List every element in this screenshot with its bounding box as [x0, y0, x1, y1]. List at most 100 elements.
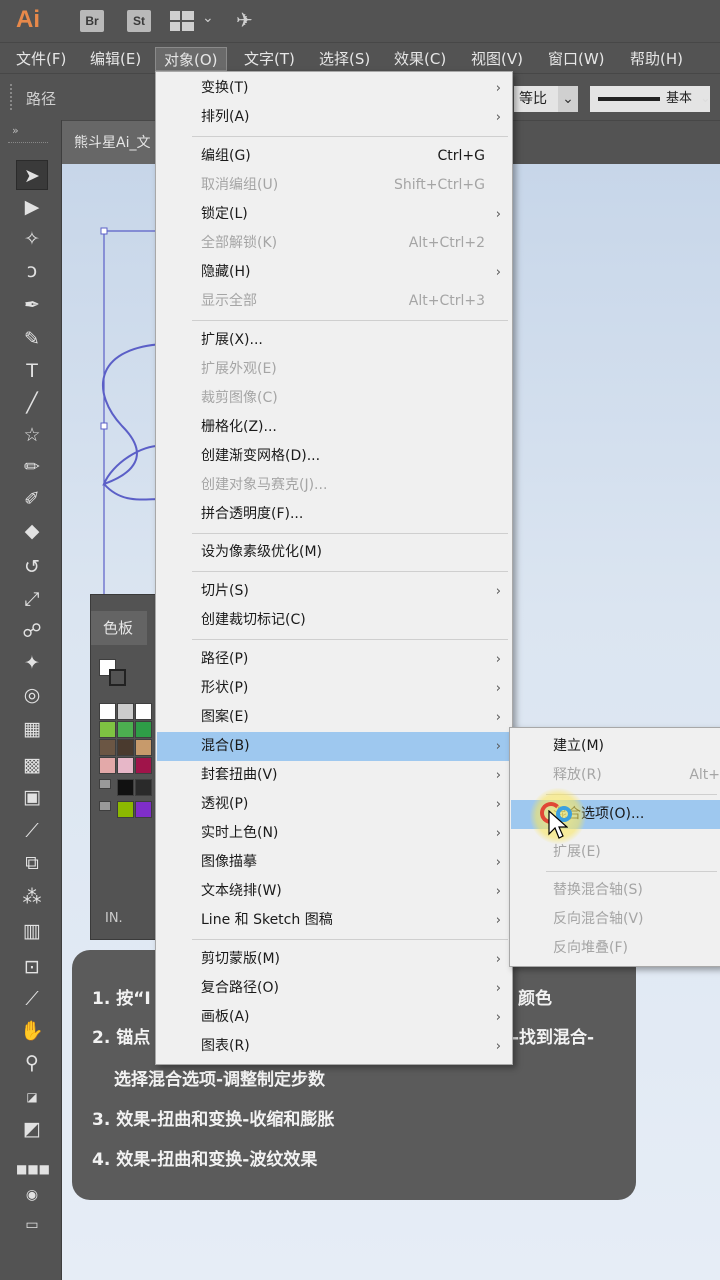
menu-item-replace-spine[interactable]: 替换混合轴(S) [511, 876, 720, 905]
menu-item-arrange[interactable]: 排列(A) › [157, 103, 511, 132]
swatch[interactable] [99, 721, 116, 738]
menu-item-blend-expand[interactable]: 扩展(E) [511, 838, 720, 867]
menu-select[interactable]: 选择(S) [311, 47, 378, 71]
perspective-grid-tool-icon[interactable]: ▦ [16, 714, 48, 744]
menu-type[interactable]: 文字(T) [236, 47, 303, 71]
menu-item-group[interactable]: 编组(G) Ctrl+G [157, 142, 511, 171]
curvature-tool-icon[interactable]: ✎ [16, 324, 48, 354]
eyedropper-tool-icon[interactable]: ⟋ [16, 816, 48, 846]
menu-item-pixel-perfect[interactable]: 设为像素级优化(M) [157, 538, 511, 567]
stroke-swatch[interactable] [109, 669, 126, 686]
menu-item-artboards[interactable]: 画板(A) › [157, 1003, 511, 1032]
chevron-down-icon[interactable]: ⌄ [700, 86, 720, 112]
scale-tool-icon[interactable]: ⤢ [16, 584, 48, 614]
menu-file[interactable]: 文件(F) [8, 47, 74, 71]
gradient-tool-icon[interactable]: ▣ [16, 782, 48, 812]
menu-item-reverse-front-to-back[interactable]: 反向堆叠(F) [511, 934, 720, 963]
swatch[interactable] [135, 757, 152, 774]
menu-item-text-wrap[interactable]: 文本绕排(W) › [157, 877, 511, 906]
warp-tool-icon[interactable]: ☍ [16, 616, 48, 646]
menu-item-graph[interactable]: 图表(R) › [157, 1032, 511, 1061]
puppet-warp-tool-icon[interactable]: ✦ [16, 648, 48, 678]
mesh-tool-icon[interactable]: ▩ [16, 750, 48, 780]
menu-item-crop-image[interactable]: 裁剪图像(C) [157, 384, 511, 413]
panel-grip[interactable] [8, 142, 48, 143]
menu-item-slice[interactable]: 切片(S) › [157, 577, 511, 606]
swatch-libraries-icon[interactable]: IN. [105, 911, 123, 926]
menu-item-create-gradient-mesh[interactable]: 创建渐变网格(D)... [157, 442, 511, 471]
swatch[interactable] [117, 739, 134, 756]
menu-item-path[interactable]: 路径(P) › [157, 645, 511, 674]
swatch[interactable] [99, 757, 116, 774]
symbol-sprayer-tool-icon[interactable]: ⁂ [16, 882, 48, 912]
swatch[interactable] [135, 739, 152, 756]
magic-wand-tool-icon[interactable]: ✧ [16, 224, 48, 254]
menu-item-line-sketch-art[interactable]: Line 和 Sketch 图稿 › [157, 906, 511, 935]
menu-item-create-object-mosaic[interactable]: 创建对象马赛克(J)... [157, 471, 511, 500]
menu-item-pattern[interactable]: 图案(E) › [157, 703, 511, 732]
swatches-tab[interactable]: 色板 [91, 611, 147, 645]
fill-stroke-icon[interactable]: ◩ [16, 1114, 48, 1144]
swatch[interactable] [117, 703, 134, 720]
slice-tool-icon[interactable]: ⟋ [16, 984, 48, 1014]
swatch[interactable] [117, 757, 134, 774]
menu-object[interactable]: 对象(O) [155, 47, 227, 71]
menu-effect[interactable]: 效果(C) [386, 47, 454, 71]
panel-grip[interactable] [10, 84, 14, 110]
swatch[interactable] [135, 703, 152, 720]
column-graph-tool-icon[interactable]: ▥ [16, 916, 48, 946]
menu-item-envelope-distort[interactable]: 封套扭曲(V) › [157, 761, 511, 790]
menu-item-shape[interactable]: 形状(P) › [157, 674, 511, 703]
menu-item-rasterize[interactable]: 栅格化(Z)... [157, 413, 511, 442]
swatch[interactable] [117, 721, 134, 738]
swatch[interactable] [99, 703, 116, 720]
swatch[interactable] [117, 801, 134, 818]
default-fill-stroke-icon[interactable]: ◪ [16, 1082, 48, 1112]
folder-icon[interactable] [99, 779, 111, 789]
shape-builder-tool-icon[interactable]: ◎ [16, 680, 48, 710]
menu-item-compound-path[interactable]: 复合路径(O) › [157, 974, 511, 1003]
menu-item-blend[interactable]: 混合(B) › [157, 732, 511, 761]
menu-item-blend-make[interactable]: 建立(M) [511, 732, 720, 761]
menu-item-lock[interactable]: 锁定(L) › [157, 200, 511, 229]
folder-icon[interactable] [99, 801, 111, 811]
swatch[interactable] [99, 739, 116, 756]
menu-item-ungroup[interactable]: 取消编组(U) Shift+Ctrl+G [157, 171, 511, 200]
menu-view[interactable]: 视图(V) [463, 47, 531, 71]
hand-tool-icon[interactable]: ✋ [16, 1016, 48, 1046]
bridge-button[interactable]: Br [80, 10, 104, 32]
blend-tool-icon[interactable]: ⧉ [16, 848, 48, 878]
menu-item-image-trace[interactable]: 图像描摹 › [157, 848, 511, 877]
blob-brush-tool-icon[interactable]: ✐ [16, 484, 48, 514]
swatch[interactable] [117, 779, 134, 796]
screen-mode-icon[interactable]: ▭ [16, 1210, 48, 1240]
menu-item-unlock-all[interactable]: 全部解锁(K) Alt+Ctrl+2 [157, 229, 511, 258]
rotate-tool-icon[interactable]: ↺ [16, 552, 48, 582]
menu-edit[interactable]: 编辑(E) [82, 47, 149, 71]
lasso-tool-icon[interactable]: ↄ [16, 256, 48, 286]
menu-item-create-trim-marks[interactable]: 创建裁切标记(C) [157, 606, 511, 635]
menu-item-flatten-transparency[interactable]: 拼合透明度(F)... [157, 500, 511, 529]
zoom-tool-icon[interactable]: ⚲ [16, 1048, 48, 1078]
document-tab[interactable]: 熊斗星Ai_文 [62, 121, 162, 165]
menu-item-live-paint[interactable]: 实时上色(N) › [157, 819, 511, 848]
menu-item-hide[interactable]: 隐藏(H) › [157, 258, 511, 287]
menu-item-expand[interactable]: 扩展(X)... [157, 326, 511, 355]
selection-tool-icon[interactable]: ➤ [16, 160, 48, 190]
swatch[interactable] [135, 801, 152, 818]
menu-window[interactable]: 窗口(W) [540, 47, 613, 71]
menu-item-perspective[interactable]: 透视(P) › [157, 790, 511, 819]
workspace-layout-icon[interactable] [170, 11, 194, 31]
menu-item-show-all[interactable]: 显示全部 Alt+Ctrl+3 [157, 287, 511, 316]
menu-item-expand-appearance[interactable]: 扩展外观(E) [157, 355, 511, 384]
pen-tool-icon[interactable]: ✒ [16, 290, 48, 320]
stock-button[interactable]: St [127, 10, 151, 32]
swatch[interactable] [135, 721, 152, 738]
eraser-tool-icon[interactable]: ◆ [16, 516, 48, 546]
chevron-down-icon[interactable]: ⌄ [202, 10, 214, 26]
menu-item-transform[interactable]: 变换(T) › [157, 74, 511, 103]
variable-width-select[interactable]: 等比 ⌄ [514, 86, 578, 112]
gpu-rocket-icon[interactable]: ✈ [236, 8, 253, 32]
brush-definition-select[interactable]: 基本 ⌄ [590, 86, 711, 112]
menu-help[interactable]: 帮助(H) [622, 47, 691, 71]
